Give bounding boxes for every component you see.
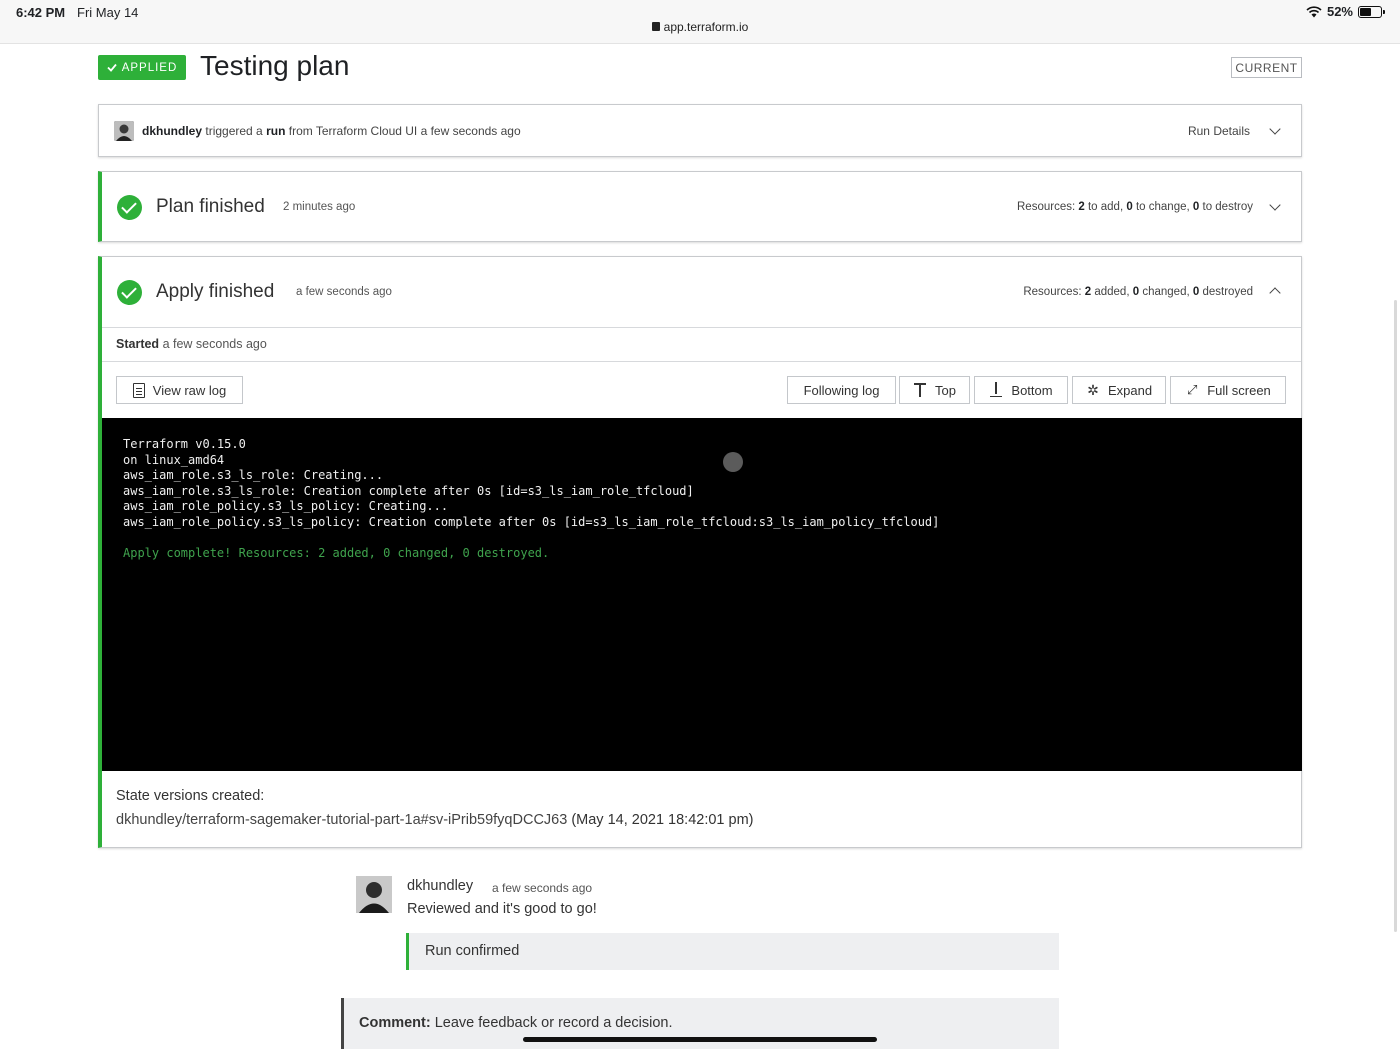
- status-indicators: 52%: [1306, 4, 1385, 19]
- checkmark-icon: [107, 63, 117, 72]
- added-label: added,: [1094, 286, 1130, 298]
- trigger-text: dkhundley triggered a run from Terraform…: [142, 124, 521, 138]
- add-label: to add,: [1087, 201, 1124, 213]
- log-line: on linux_amd64: [123, 452, 225, 467]
- state-version-link[interactable]: dkhundley/terraform-sagemaker-tutorial-p…: [116, 812, 567, 828]
- full-screen-button[interactable]: ⤢ Full screen: [1170, 376, 1286, 404]
- expand-button[interactable]: ✲ Expand: [1072, 376, 1166, 404]
- log-line: Terraform v0.15.0: [123, 437, 246, 451]
- trigger-user[interactable]: dkhundley: [142, 124, 202, 138]
- wifi-icon: [1306, 5, 1322, 17]
- status-date: Fri May 14: [77, 5, 139, 20]
- comment-timestamp: a few seconds ago: [492, 881, 593, 895]
- touch-cursor: [723, 452, 743, 472]
- state-versions-heading: State versions created:: [116, 788, 265, 804]
- run-details-link[interactable]: Run Details: [1188, 124, 1250, 138]
- battery-percent: 52%: [1326, 4, 1353, 19]
- url-text: app.terraform.io: [663, 20, 749, 34]
- state-version-date: (May 14, 2021 18:42:01 pm): [571, 812, 754, 828]
- view-raw-log-button[interactable]: View raw log: [116, 376, 243, 404]
- log-line: aws_iam_role.s3_ls_role: Creation comple…: [123, 483, 694, 498]
- chevron-up-icon[interactable]: [1269, 287, 1281, 299]
- comment-placeholder: Leave feedback or record a decision.: [434, 1015, 673, 1031]
- applied-status-badge: APPLIED: [98, 55, 186, 80]
- expand-label: Expand: [1107, 382, 1153, 398]
- arrow-to-bottom-icon: [989, 382, 1003, 398]
- trigger-source: from Terraform Cloud UI a few seconds ag…: [288, 124, 521, 138]
- scroll-bottom-button[interactable]: Bottom: [974, 376, 1068, 404]
- applied-label: APPLIED: [121, 61, 178, 74]
- full-screen-label: Full screen: [1207, 382, 1271, 398]
- chevron-down-icon[interactable]: [1269, 199, 1281, 211]
- run-confirmed-label: Run confirmed: [425, 943, 520, 959]
- change-label: to change,: [1135, 201, 1190, 213]
- home-indicator[interactable]: [523, 1037, 877, 1042]
- comment-author[interactable]: dkhundley: [407, 878, 473, 894]
- plan-finished-card[interactable]: Plan finished 2 minutes ago Resources: 2…: [98, 171, 1302, 242]
- run-trigger-card[interactable]: dkhundley triggered a run from Terraform…: [98, 104, 1302, 157]
- log-line: aws_iam_role_policy.s3_ls_policy: Creati…: [123, 499, 449, 513]
- lock-icon: [651, 22, 660, 31]
- top-label: Top: [935, 382, 956, 398]
- battery-icon: [1358, 5, 1385, 18]
- destroyed-count: 0: [1192, 286, 1200, 298]
- log-apply-complete-line: Apply complete! Resources: 2 added, 0 ch…: [123, 545, 550, 560]
- comment-prompt: Comment: Leave feedback or record a deci…: [359, 1015, 673, 1031]
- trigger-verb: triggered a: [205, 124, 263, 138]
- avatar: [356, 876, 392, 913]
- changed-label: changed,: [1142, 286, 1190, 298]
- divider: [102, 361, 1301, 362]
- arrow-to-top-icon: [913, 382, 927, 398]
- state-version-entry: dkhundley/terraform-sagemaker-tutorial-p…: [116, 812, 754, 828]
- apply-log-terminal[interactable]: Terraform v0.15.0 on linux_amd64 aws_iam…: [102, 418, 1302, 771]
- chevron-down-icon[interactable]: [1269, 123, 1281, 135]
- plan-title: Plan finished: [156, 196, 265, 217]
- log-line: aws_iam_role.s3_ls_role: Creating...: [123, 468, 384, 482]
- plan-timestamp: 2 minutes ago: [283, 201, 356, 213]
- current-badge: CURRENT: [1231, 57, 1302, 78]
- avatar: [114, 121, 134, 141]
- destroyed-label: destroyed: [1202, 286, 1253, 298]
- success-check-icon: [117, 195, 142, 220]
- run-confirmed-banner: Run confirmed: [406, 933, 1059, 970]
- apply-timestamp: a few seconds ago: [296, 286, 392, 298]
- destroy-label: to destroy: [1202, 201, 1254, 213]
- divider: [102, 327, 1301, 328]
- add-count: 2: [1078, 201, 1085, 213]
- expand-icon: ✲: [1087, 382, 1099, 398]
- apply-finished-card: Apply finished a few seconds ago Resourc…: [98, 256, 1302, 848]
- full-screen-icon: ⤢: [1187, 382, 1198, 397]
- log-line: aws_iam_role_policy.s3_ls_policy: Creati…: [123, 514, 940, 529]
- change-count: 0: [1126, 201, 1133, 213]
- started-ago: a few seconds ago: [162, 337, 267, 351]
- destroy-count: 0: [1192, 201, 1200, 213]
- document-icon: [132, 382, 145, 398]
- resources-label: Resources:: [1017, 201, 1076, 213]
- success-check-icon: [117, 280, 142, 305]
- bottom-label: Bottom: [1011, 382, 1053, 398]
- scroll-top-button[interactable]: Top: [899, 376, 970, 404]
- changed-count: 0: [1132, 286, 1140, 298]
- apply-resources-summary: Resources: 2 added, 0 changed, 0 destroy…: [1023, 286, 1253, 298]
- scrollbar[interactable]: [1394, 300, 1397, 932]
- view-raw-log-label: View raw log: [152, 382, 227, 398]
- comment-body: Reviewed and it's good to go!: [407, 901, 597, 917]
- page-title: Testing plan: [200, 50, 350, 81]
- apply-title: Apply finished: [156, 281, 275, 302]
- added-count: 2: [1084, 286, 1092, 298]
- comment-label: Comment:: [359, 1015, 431, 1031]
- plan-resources-summary: Resources: 2 to add, 0 to change, 0 to d…: [1017, 201, 1253, 213]
- ios-status-bar: 6:42 PM Fri May 14 app.terraform.io 52%: [0, 0, 1400, 44]
- following-log-label: Following log: [803, 382, 880, 398]
- status-time: 6:42 PM: [16, 5, 66, 20]
- following-log-button[interactable]: Following log: [787, 376, 896, 404]
- started-text: Started a few seconds ago: [116, 337, 267, 351]
- trigger-run: run: [266, 124, 286, 138]
- resources-label: Resources:: [1023, 286, 1082, 298]
- started-label: Started: [116, 337, 160, 351]
- address-bar[interactable]: app.terraform.io: [0, 20, 1400, 34]
